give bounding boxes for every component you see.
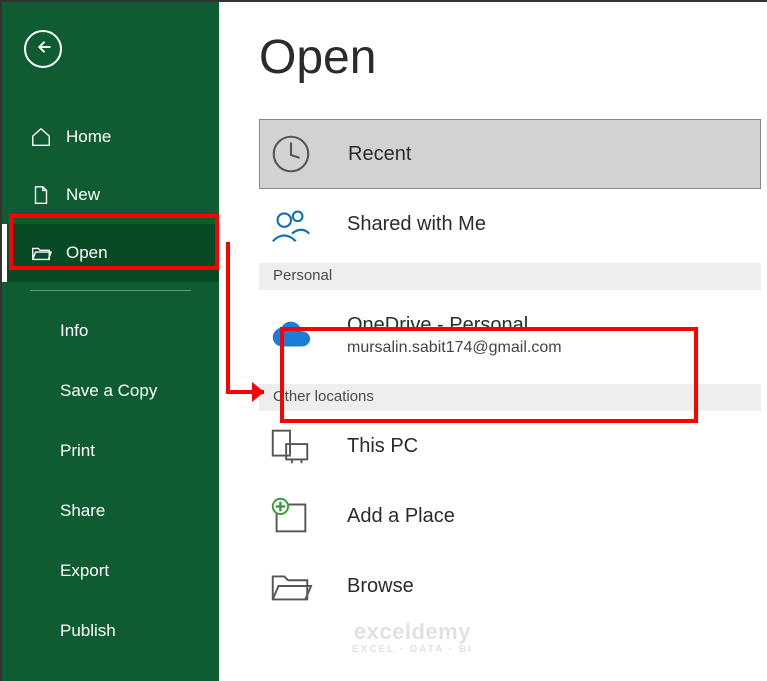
location-onedrive-label: OneDrive - Personal [347,314,562,337]
location-this-pc[interactable]: This PC [259,411,761,481]
location-browse-label: Browse [347,575,414,598]
nav-info[interactable]: Info [2,301,219,361]
location-browse[interactable]: Browse [259,551,761,621]
browse-folder-icon [267,563,313,609]
nav-export-label: Export [60,561,109,581]
nav-info-label: Info [60,321,88,341]
nav-new-label: New [66,185,100,205]
document-icon [30,184,52,206]
nav-export[interactable]: Export [2,541,219,601]
nav-publish-label: Publish [60,621,116,641]
section-other-header: Other locations [259,384,761,411]
nav-divider [30,290,191,291]
back-button[interactable] [24,30,62,68]
location-recent[interactable]: Recent [259,119,761,189]
nav-share-label: Share [60,501,105,521]
people-icon [267,201,313,247]
nav-print-label: Print [60,441,95,461]
arrow-left-icon [34,38,52,61]
nav-print[interactable]: Print [2,421,219,481]
section-personal-header: Personal [259,263,761,290]
location-onedrive-email: mursalin.sabit174@gmail.com [347,339,562,357]
location-this-pc-label: This PC [347,435,418,458]
nav-home[interactable]: Home [2,108,219,166]
nav-new[interactable]: New [2,166,219,224]
nav-home-label: Home [66,127,111,147]
location-add-place-label: Add a Place [347,505,455,528]
nav-section-secondary: Info Save a Copy Print Share Export Publ… [2,301,219,661]
page-title: Open [259,30,767,85]
location-shared[interactable]: Shared with Me [259,189,761,259]
open-panel: Open Recent Shared with Me Personal OneD… [219,2,767,681]
nav-open[interactable]: Open [2,224,219,282]
nav-save-copy-label: Save a Copy [60,381,157,401]
backstage-sidebar: Home New Open Info Save a Copy Print Sha… [2,2,219,681]
nav-publish[interactable]: Publish [2,601,219,661]
onedrive-icon [267,312,313,358]
location-onedrive-text: OneDrive - Personal mursalin.sabit174@gm… [347,314,562,357]
location-add-place[interactable]: Add a Place [259,481,761,551]
add-place-icon [267,493,313,539]
home-icon [30,126,52,148]
location-shared-label: Shared with Me [347,213,486,236]
nav-section-main: Home New Open [2,108,219,282]
location-recent-label: Recent [348,143,411,166]
this-pc-icon [267,423,313,469]
clock-icon [268,131,314,177]
nav-save-copy[interactable]: Save a Copy [2,361,219,421]
location-onedrive-personal[interactable]: OneDrive - Personal mursalin.sabit174@gm… [259,290,761,380]
folder-open-icon [30,242,52,264]
nav-share[interactable]: Share [2,481,219,541]
nav-open-label: Open [66,243,108,263]
